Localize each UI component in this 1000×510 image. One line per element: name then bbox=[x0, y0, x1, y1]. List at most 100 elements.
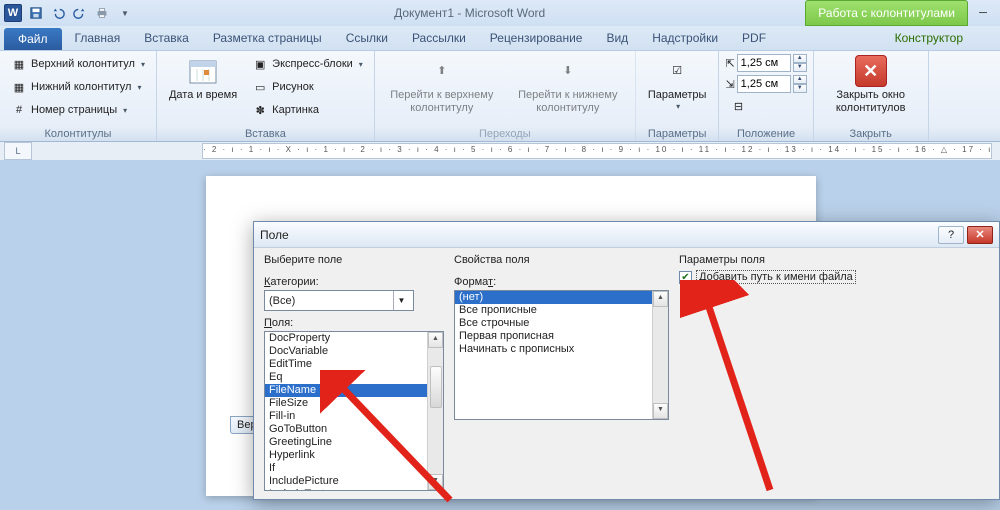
scrollbar[interactable]: ▲ ▼ bbox=[427, 332, 443, 490]
list-item[interactable]: FileName bbox=[265, 384, 443, 397]
categories-label: Категории: bbox=[264, 276, 444, 288]
list-item[interactable]: EditTime bbox=[265, 358, 443, 371]
format-label: Формат: bbox=[454, 276, 669, 288]
list-item[interactable]: (нет) bbox=[455, 291, 668, 304]
field-params-label: Параметры поля bbox=[679, 254, 989, 266]
fields-listbox[interactable]: DocPropertyDocVariableEditTimeEqFileName… bbox=[264, 331, 444, 491]
quick-parts-button[interactable]: ▣Экспресс-блоки▾ bbox=[247, 53, 368, 75]
tab-addins[interactable]: Надстройки bbox=[641, 26, 729, 50]
header-label: Верхний колонтитул bbox=[31, 58, 135, 70]
date-time-label: Дата и время bbox=[169, 89, 237, 102]
list-item[interactable]: FileSize bbox=[265, 397, 443, 410]
tab-pdf[interactable]: PDF bbox=[731, 26, 777, 50]
dialog-close-button[interactable]: ✕ bbox=[967, 226, 993, 244]
categories-combo[interactable]: (Все) ▼ bbox=[264, 290, 414, 311]
header-from-top-input[interactable] bbox=[737, 54, 791, 72]
date-time-button[interactable]: Дата и время bbox=[163, 53, 243, 104]
header-button[interactable]: ▦Верхний колонтитул▾ bbox=[6, 53, 150, 75]
footer-button[interactable]: ▦Нижний колонтитул▾ bbox=[6, 76, 150, 98]
goto-header-icon: ⬆ bbox=[426, 55, 458, 87]
list-item[interactable]: IncludePicture bbox=[265, 475, 443, 488]
list-item[interactable]: GoToButton bbox=[265, 423, 443, 436]
header-icon: ▦ bbox=[11, 56, 27, 72]
list-item[interactable]: Hyperlink bbox=[265, 449, 443, 462]
horizontal-ruler[interactable]: · 2 · ı · 1 · ı · X · ı · 1 · ı · 2 · ı … bbox=[202, 143, 992, 159]
insert-alignment-tab-button[interactable]: ⊟ bbox=[725, 95, 806, 117]
options-icon: ☑ bbox=[661, 55, 693, 87]
format-listbox[interactable]: (нет)Все прописныеВсе строчныеПервая про… bbox=[454, 290, 669, 420]
group-position: ⇱ ▲▼ ⇲ ▲▼ ⊟ Положение bbox=[719, 51, 813, 141]
group-options: ☑Параметры▾ Параметры bbox=[636, 51, 720, 141]
dialog-titlebar[interactable]: Поле ? ✕ bbox=[254, 222, 999, 248]
tab-references[interactable]: Ссылки bbox=[335, 26, 399, 50]
quick-parts-label: Экспресс-блоки bbox=[272, 58, 353, 70]
add-path-checkbox-row[interactable]: ✔ Добавить путь к имени файла bbox=[679, 270, 989, 284]
list-item[interactable]: Fill-in bbox=[265, 410, 443, 423]
footer-from-bottom-input[interactable] bbox=[737, 75, 791, 93]
add-path-label: Добавить путь к имени файла bbox=[696, 270, 856, 284]
list-item[interactable]: DocProperty bbox=[265, 332, 443, 345]
options-label: Параметры bbox=[648, 89, 707, 102]
ribbon-tab-strip: Файл Главная Вставка Разметка страницы С… bbox=[0, 26, 1000, 50]
tab-mailings[interactable]: Рассылки bbox=[401, 26, 477, 50]
save-icon[interactable] bbox=[26, 3, 46, 23]
spin-up-icon[interactable]: ▲ bbox=[793, 75, 807, 84]
footer-label: Нижний колонтитул bbox=[31, 81, 131, 93]
list-item[interactable]: GreetingLine bbox=[265, 436, 443, 449]
scroll-up-icon[interactable]: ▲ bbox=[653, 291, 668, 307]
group-nav-label: Переходы bbox=[381, 127, 629, 140]
group-close-label: Закрыть bbox=[820, 127, 922, 140]
scroll-down-icon[interactable]: ▼ bbox=[428, 474, 443, 490]
tab-selector[interactable]: L bbox=[4, 142, 32, 160]
options-button[interactable]: ☑Параметры▾ bbox=[642, 53, 713, 113]
picture-button[interactable]: ▭Рисунок bbox=[247, 76, 368, 98]
goto-header-button[interactable]: ⬆Перейти к верхнему колонтитулу bbox=[381, 53, 503, 116]
goto-footer-label: Перейти к нижнему колонтитулу bbox=[513, 89, 623, 114]
checkbox-checked-icon[interactable]: ✔ bbox=[679, 271, 692, 284]
print-icon[interactable] bbox=[92, 3, 112, 23]
list-item[interactable]: DocVariable bbox=[265, 345, 443, 358]
list-item[interactable]: Все строчные bbox=[455, 317, 668, 330]
margin-bottom-icon: ⇲ bbox=[725, 78, 734, 91]
redo-icon[interactable] bbox=[70, 3, 90, 23]
list-item[interactable]: IncludeText bbox=[265, 488, 443, 491]
tab-review[interactable]: Рецензирование bbox=[479, 26, 594, 50]
tab-insert[interactable]: Вставка bbox=[133, 26, 200, 50]
spin-down-icon[interactable]: ▼ bbox=[793, 84, 807, 93]
tab-page-layout[interactable]: Разметка страницы bbox=[202, 26, 333, 50]
footer-from-bottom-row: ⇲ ▲▼ bbox=[725, 75, 806, 93]
scroll-up-icon[interactable]: ▲ bbox=[428, 332, 443, 348]
spin-up-icon[interactable]: ▲ bbox=[793, 54, 807, 63]
goto-header-label: Перейти к верхнему колонтитулу bbox=[387, 89, 497, 114]
clipart-label: Картинка bbox=[272, 104, 319, 116]
list-item[interactable]: Первая прописная bbox=[455, 330, 668, 343]
scrollbar[interactable]: ▲ ▼ bbox=[652, 291, 668, 419]
spin-down-icon[interactable]: ▼ bbox=[793, 63, 807, 72]
page-number-button[interactable]: #Номер страницы▾ bbox=[6, 99, 150, 121]
dialog-help-button[interactable]: ? bbox=[938, 226, 964, 244]
choose-field-label: Выберите поле bbox=[264, 254, 444, 266]
goto-footer-button[interactable]: ⬇Перейти к нижнему колонтитулу bbox=[507, 53, 629, 116]
file-tab[interactable]: Файл bbox=[4, 28, 62, 50]
scroll-down-icon[interactable]: ▼ bbox=[653, 403, 668, 419]
list-item[interactable]: Начинать с прописных bbox=[455, 343, 668, 356]
undo-icon[interactable] bbox=[48, 3, 68, 23]
tab-design[interactable]: Конструктор bbox=[868, 26, 990, 50]
list-item[interactable]: If bbox=[265, 462, 443, 475]
categories-value: (Все) bbox=[269, 295, 295, 307]
list-item[interactable]: Eq bbox=[265, 371, 443, 384]
qat-dropdown-icon[interactable]: ▼ bbox=[114, 3, 134, 23]
tab-home[interactable]: Главная bbox=[64, 26, 132, 50]
window-title: Документ1 - Microsoft Word bbox=[134, 6, 805, 20]
fields-label: Поля: bbox=[264, 317, 444, 329]
scroll-thumb[interactable] bbox=[430, 366, 442, 408]
clipart-icon: ✽ bbox=[252, 102, 268, 118]
tab-view[interactable]: Вид bbox=[595, 26, 639, 50]
close-header-footer-button[interactable]: ✕ Закрыть окно колонтитулов bbox=[820, 53, 922, 116]
minimize-icon[interactable]: ─ bbox=[970, 3, 996, 23]
list-item[interactable]: Все прописные bbox=[455, 304, 668, 317]
clipart-button[interactable]: ✽ Картинка bbox=[247, 99, 368, 121]
ribbon: ▦Верхний колонтитул▾ ▦Нижний колонтитул▾… bbox=[0, 50, 1000, 142]
chevron-down-icon: ▼ bbox=[393, 291, 409, 310]
goto-footer-icon: ⬇ bbox=[552, 55, 584, 87]
